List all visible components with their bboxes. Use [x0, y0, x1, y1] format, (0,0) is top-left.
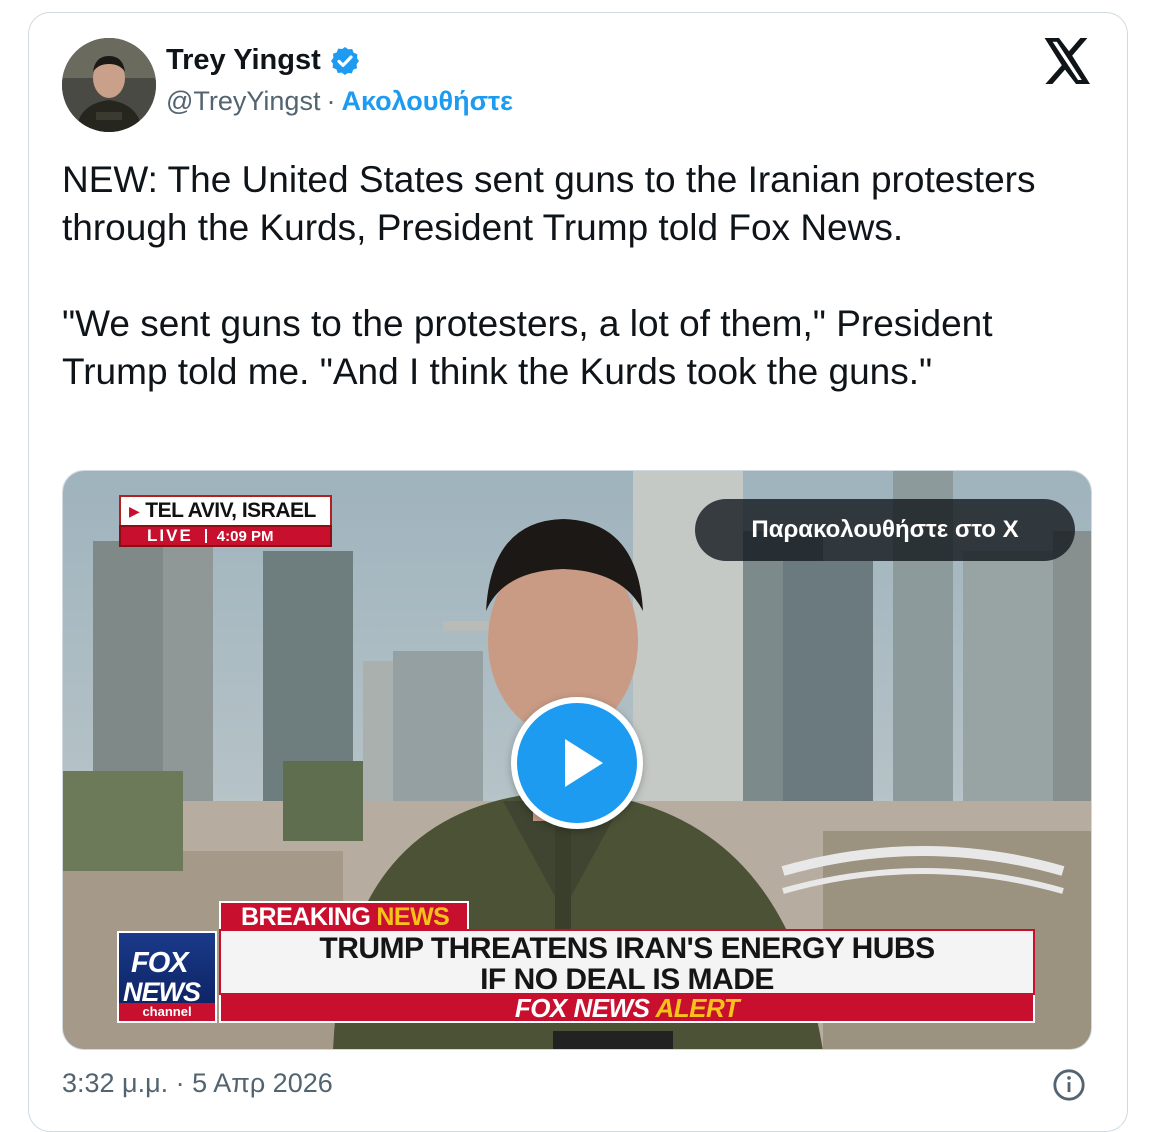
- author-handle[interactable]: @TreyYingst: [166, 86, 320, 117]
- headline-line-2: IF NO DEAL IS MADE: [480, 963, 774, 996]
- headline-line-1: TRUMP THREATENS IRAN'S ENERGY HUBS: [319, 932, 935, 965]
- breaking-news-word: NEWS: [376, 902, 450, 931]
- tweet-paragraph: "We sent guns to the protesters, a lot o…: [62, 303, 993, 392]
- live-time: 4:09 PM: [216, 527, 274, 545]
- live-label: LIVE: [147, 526, 193, 545]
- play-icon: [565, 739, 603, 787]
- author-handle-row: @TreyYingst · Ακολουθήστε: [166, 86, 513, 117]
- verified-badge-icon: [329, 45, 361, 77]
- chyron-headline: TRUMP THREATENS IRAN'S ENERGY HUBS IF NO…: [219, 929, 1035, 995]
- tweet-text: NEW: The United States sent guns to the …: [62, 156, 1102, 396]
- author-name[interactable]: Trey Yingst: [166, 44, 321, 77]
- info-icon[interactable]: [1052, 1068, 1086, 1102]
- breaking-news-label: BREAKING NEWS: [219, 901, 470, 931]
- fox-news-logo: FOX NEWS channel: [117, 931, 217, 1023]
- author-name-row[interactable]: Trey Yingst: [166, 44, 361, 77]
- breaking-word: BREAKING: [241, 902, 371, 931]
- location-text: TEL AVIV, ISRAEL: [145, 499, 316, 522]
- video-player[interactable]: ▶ TEL AVIV, ISRAEL LIVE 4:09 PM Παρακολο…: [62, 470, 1092, 1050]
- x-logo-icon[interactable]: [1044, 38, 1092, 84]
- logo-channel-text: channel: [119, 1003, 215, 1021]
- tweet-paragraph: NEW: The United States sent guns to the …: [62, 159, 1036, 248]
- follow-link[interactable]: Ακολουθήστε: [341, 86, 512, 117]
- fox-news-alert-bar: FOX NEWS ALERT: [219, 992, 1035, 1023]
- play-button[interactable]: [511, 697, 643, 829]
- logo-fox-text: FOX: [131, 947, 189, 979]
- alert-word: ALERT: [655, 992, 740, 1023]
- triangle-icon: ▶: [129, 502, 140, 519]
- location-label: ▶ TEL AVIV, ISRAEL: [119, 495, 332, 525]
- handle-separator: ·: [326, 86, 336, 116]
- live-bar: LIVE 4:09 PM: [119, 525, 332, 547]
- author-avatar[interactable]: [62, 38, 156, 132]
- location-tag: ▶ TEL AVIV, ISRAEL LIVE 4:09 PM: [119, 495, 332, 547]
- watch-on-x-button[interactable]: Παρακολουθήστε στο X: [695, 499, 1075, 561]
- tweet-timestamp[interactable]: 3:32 μ.μ. · 5 Απρ 2026: [62, 1068, 333, 1099]
- alert-brand: FOX NEWS: [514, 992, 650, 1023]
